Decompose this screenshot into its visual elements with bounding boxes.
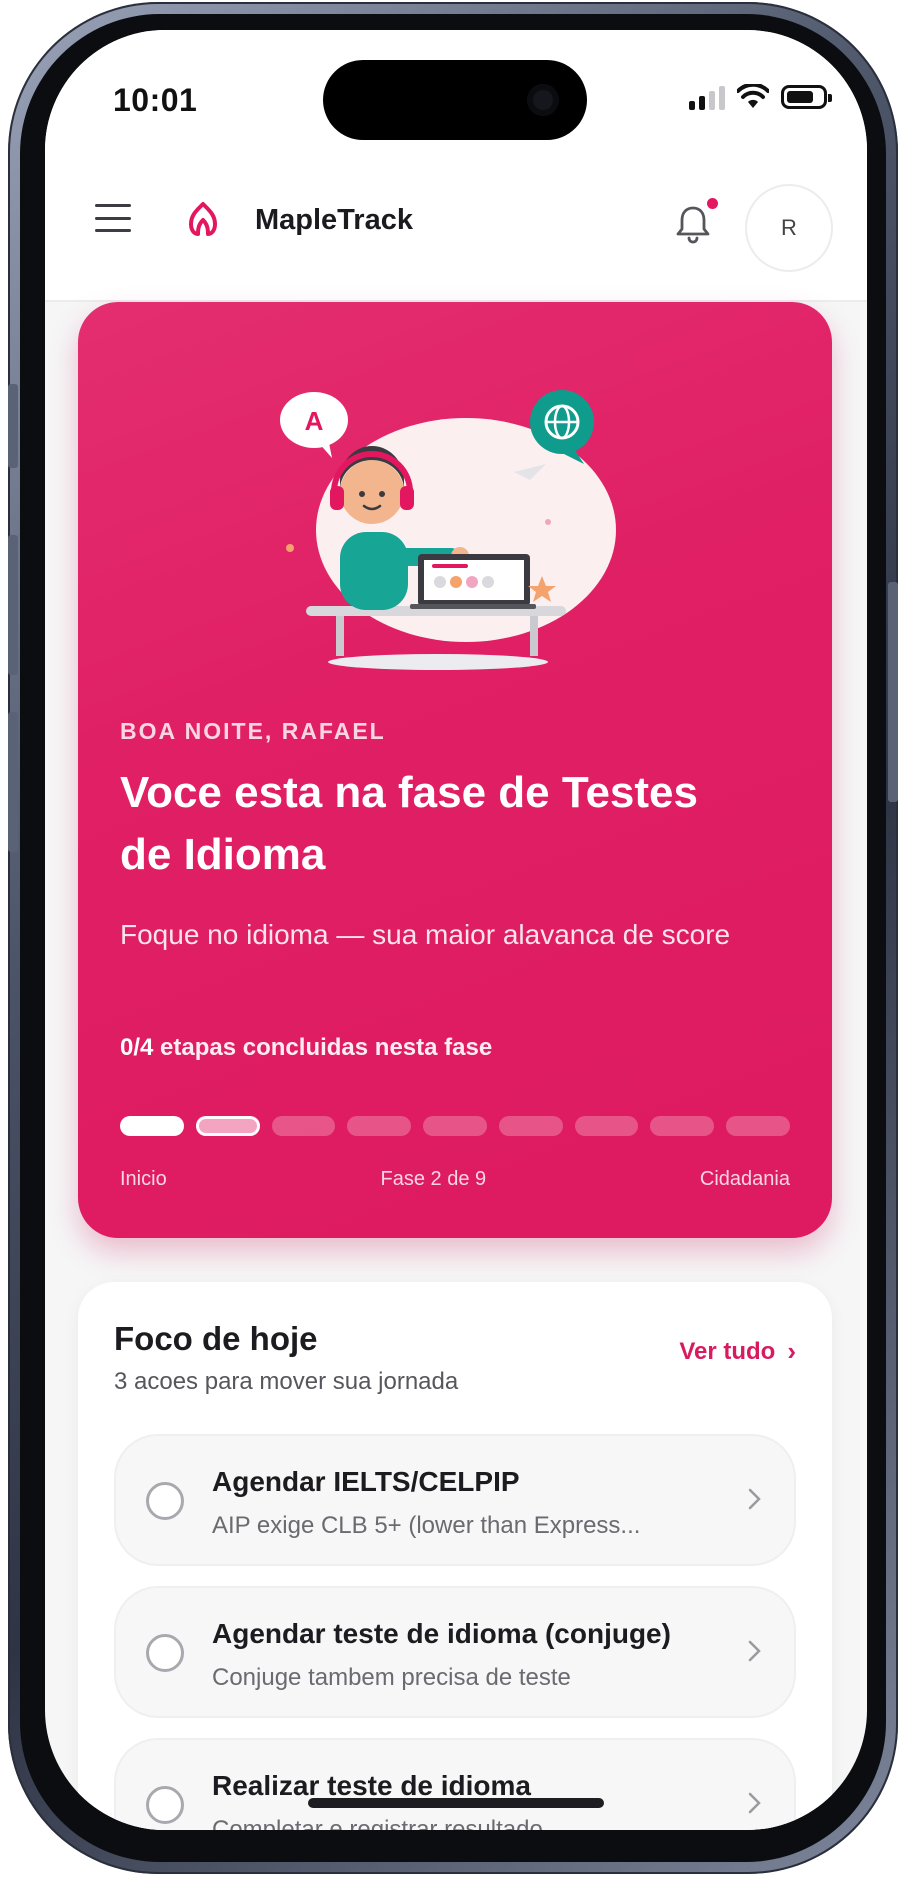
- phase-step: [271, 1116, 336, 1136]
- dynamic-island: [323, 60, 587, 140]
- focus-title: Foco de hoje: [114, 1320, 318, 1357]
- volume-down-button: [8, 712, 18, 852]
- progress-count: 0/4: [120, 1034, 154, 1061]
- task-checkbox[interactable]: [146, 1634, 184, 1672]
- language-test-illustration: A: [280, 390, 616, 670]
- phase-hero-card: A BOA NOITE, RAFAEL Voce esta na fase de…: [78, 302, 832, 1238]
- stepper-start-label: Inicio: [120, 1168, 167, 1190]
- chevron-right-icon: [748, 1640, 761, 1662]
- status-icons: [689, 84, 832, 110]
- status-time: 10:01: [113, 82, 198, 118]
- task-description: AIP exige CLB 5+ (lower than Express...: [212, 1512, 641, 1539]
- notification-badge: [705, 196, 720, 211]
- task-description: Completar e registrar resultado: [212, 1816, 543, 1830]
- see-all-label: Ver tudo: [679, 1337, 776, 1365]
- task-title: Agendar IELTS/CELPIP: [212, 1466, 520, 1497]
- camera-icon: [527, 84, 559, 116]
- task-item[interactable]: Agendar teste de idioma (conjuge) Conjug…: [114, 1586, 796, 1718]
- screen: 10:01 MapleTrack R A BOA NOITE, RAFAEL V…: [45, 30, 867, 1830]
- status-bar: 10:01: [45, 30, 867, 170]
- greeting: BOA NOITE, RAFAEL: [120, 718, 386, 744]
- illustration-badge: A: [305, 406, 324, 436]
- brand-name: MapleTrack: [255, 204, 413, 236]
- task-description: Conjuge tambem precisa de teste: [212, 1664, 571, 1691]
- task-item[interactable]: Realizar teste de idioma Completar e reg…: [114, 1738, 796, 1830]
- power-button: [888, 582, 898, 802]
- stepper-current-label: Fase 2 de 9: [380, 1168, 487, 1190]
- task-item[interactable]: Agendar IELTS/CELPIP AIP exige CLB 5+ (l…: [114, 1434, 796, 1566]
- phase-progress-text: 0/4 etapas concluidas nesta fase: [120, 1034, 492, 1062]
- menu-icon[interactable]: [95, 200, 131, 236]
- battery-icon: [781, 85, 832, 109]
- phase-step: [726, 1116, 791, 1136]
- see-all-link[interactable]: Ver tudo ›: [679, 1336, 796, 1367]
- chevron-right-icon: ›: [787, 1336, 796, 1366]
- phase-step: [498, 1116, 563, 1136]
- phase-subtitle: Foque no idioma — sua maior alavanca de …: [120, 919, 731, 950]
- focus-subtitle: 3 acoes para mover sua jornada: [114, 1368, 459, 1395]
- phase-step: [195, 1116, 260, 1136]
- today-focus-card: Foco de hoje 3 acoes para mover sua jorn…: [78, 1282, 832, 1830]
- stepper-labels: Inicio Fase 2 de 9 Cidadania: [120, 1168, 790, 1191]
- avatar[interactable]: R: [745, 184, 833, 272]
- phase-step: [574, 1116, 639, 1136]
- phase-step: [423, 1116, 487, 1136]
- app-header: MapleTrack R: [45, 170, 867, 302]
- phase-step: [650, 1116, 715, 1136]
- signal-icon: [689, 84, 725, 110]
- home-indicator: [308, 1798, 604, 1808]
- phase-title: Voce esta na fase de Testes de Idioma: [120, 768, 698, 879]
- chevron-right-icon: [748, 1792, 761, 1814]
- chevron-right-icon: [748, 1488, 761, 1510]
- maple-logo-icon: [189, 202, 217, 236]
- stepper-end-label: Cidadania: [699, 1168, 790, 1190]
- task-checkbox[interactable]: [146, 1482, 184, 1520]
- volume-up-button: [8, 535, 18, 675]
- phase-step: [347, 1116, 412, 1136]
- task-checkbox[interactable]: [146, 1786, 184, 1824]
- phase-stepper: [120, 1116, 791, 1136]
- wifi-icon: [737, 84, 769, 108]
- phase-step: [120, 1116, 184, 1136]
- action-button: [8, 384, 18, 468]
- progress-label: etapas concluidas nesta fase: [160, 1034, 493, 1061]
- task-title: Agendar teste de idioma (conjuge): [212, 1618, 671, 1649]
